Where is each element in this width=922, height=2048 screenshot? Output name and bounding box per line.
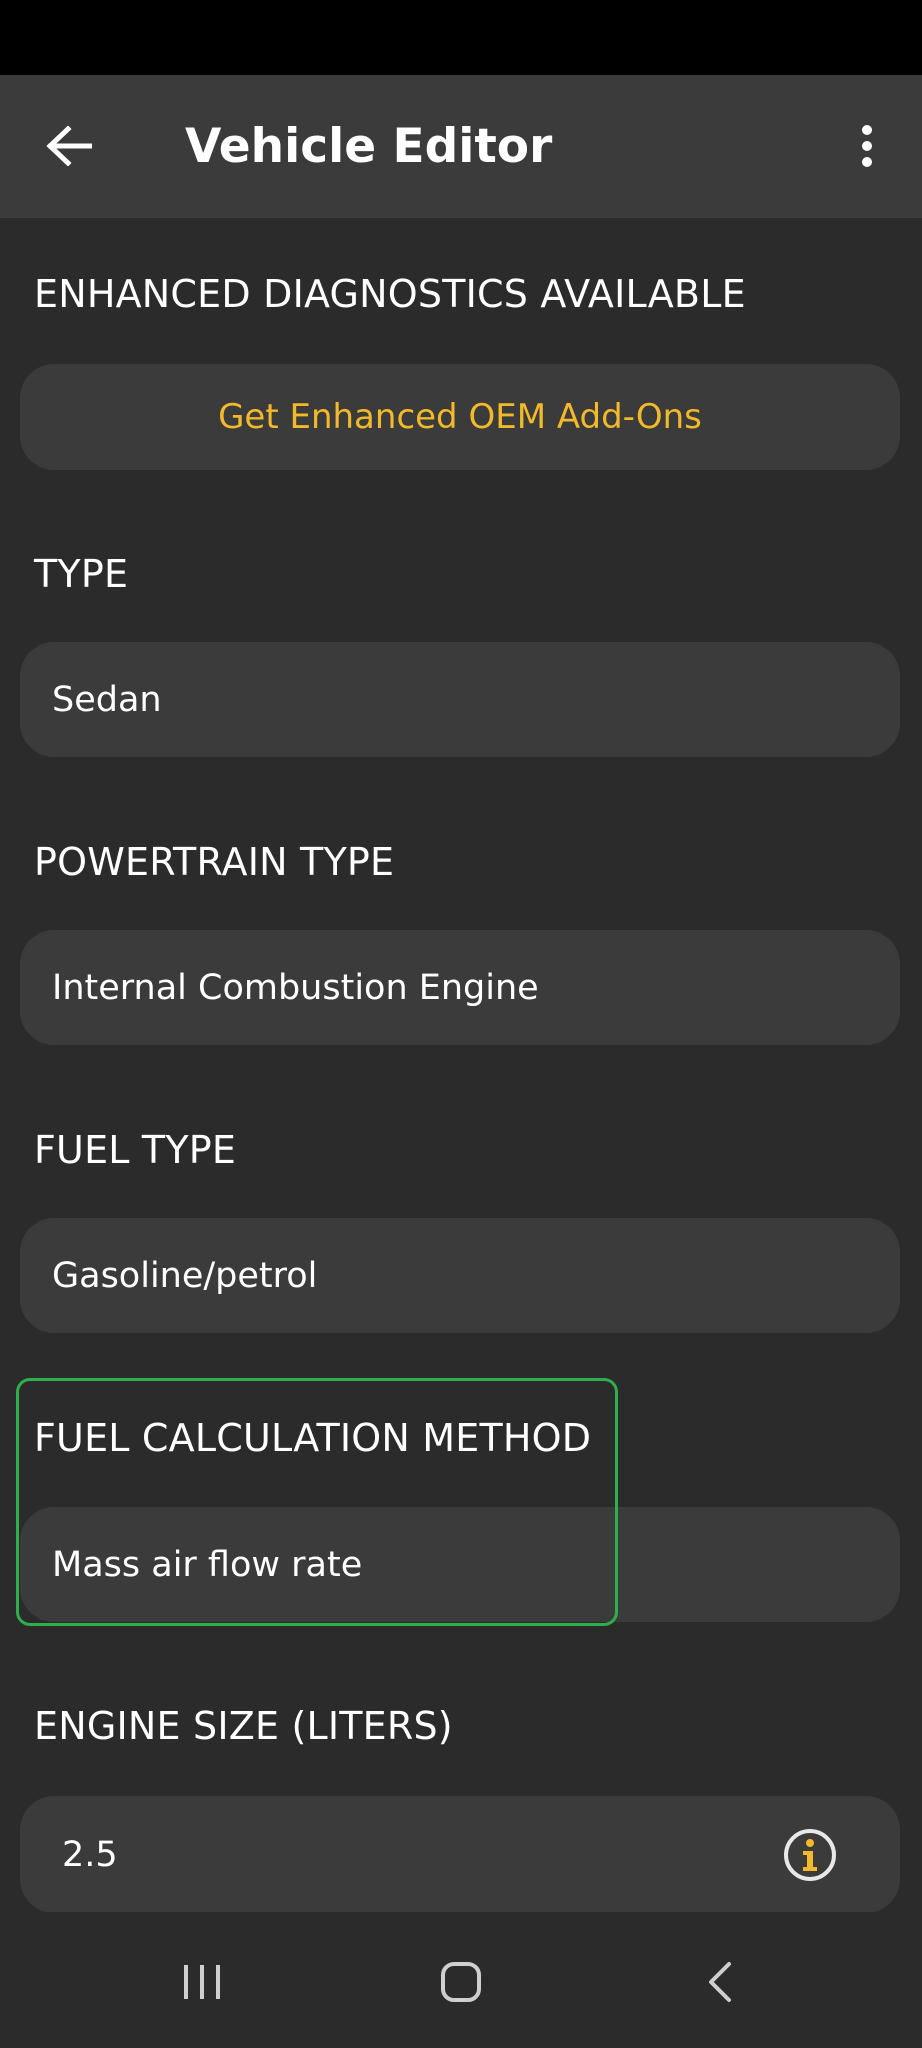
nav-back-button[interactable] <box>680 1942 760 2022</box>
back-button[interactable] <box>34 111 104 181</box>
engine-size-label: ENGINE SIZE (LITERS) <box>34 1704 453 1748</box>
fuel-type-field[interactable]: Gasoline/petrol <box>20 1218 900 1333</box>
type-label: TYPE <box>34 552 129 596</box>
get-enhanced-addons-button[interactable]: Get Enhanced OEM Add-Ons <box>20 364 900 470</box>
home-icon <box>441 1962 481 2002</box>
app-bar: Vehicle Editor <box>0 75 922 218</box>
powertrain-type-label: POWERTRAIN TYPE <box>34 840 395 884</box>
enhanced-diagnostics-label: ENHANCED DIAGNOSTICS AVAILABLE <box>34 272 746 316</box>
more-vert-icon <box>862 125 872 167</box>
page-title: Vehicle Editor <box>185 119 553 174</box>
recents-button[interactable] <box>162 1942 242 2022</box>
home-button[interactable] <box>421 1942 501 2022</box>
overflow-menu-button[interactable] <box>832 111 902 181</box>
recents-icon <box>184 1965 220 1999</box>
arrow-left-icon <box>46 126 92 166</box>
fuel-calculation-method-field[interactable]: Mass air flow rate <box>20 1507 900 1622</box>
nav-back-icon <box>709 1962 731 2002</box>
type-field[interactable]: Sedan <box>20 642 900 757</box>
fuel-calculation-method-label: FUEL CALCULATION METHOD <box>34 1416 592 1460</box>
engine-size-value: 2.5 <box>62 1834 118 1875</box>
powertrain-type-field[interactable]: Internal Combustion Engine <box>20 930 900 1045</box>
status-bar <box>0 0 922 75</box>
system-nav-bar <box>0 1912 922 2048</box>
fuel-type-label: FUEL TYPE <box>34 1128 237 1172</box>
info-icon[interactable] <box>782 1827 838 1883</box>
engine-size-field[interactable]: 2.5 <box>20 1796 900 1913</box>
